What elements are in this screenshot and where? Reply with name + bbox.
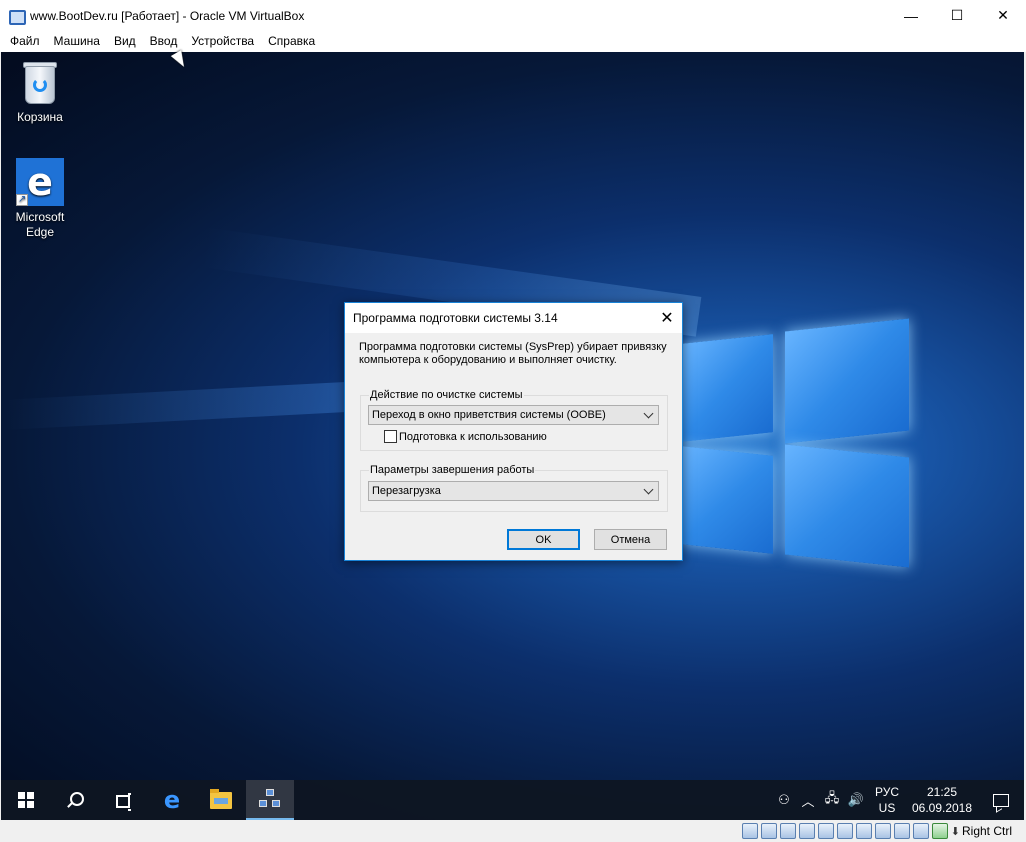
desktop-icon-recycle-bin[interactable]: Корзина	[2, 60, 78, 125]
window-title: www.BootDev.ru [Работает] - Oracle VM Vi…	[30, 8, 305, 23]
dialog-title: Программа подготовки системы 3.14	[353, 311, 558, 325]
file-explorer-icon	[210, 788, 232, 809]
display-icon[interactable]	[855, 823, 872, 839]
clock-date: 06.09.2018	[911, 801, 973, 815]
hard-disk-icon[interactable]	[741, 823, 758, 839]
vm-screen[interactable]: Корзина e Microsoft Edge Программа подго…	[1, 52, 1024, 820]
language-code: РУС	[874, 785, 900, 799]
menu-machine[interactable]: Машина	[47, 31, 107, 52]
ok-button[interactable]: OK	[507, 529, 580, 550]
search-button[interactable]	[50, 780, 98, 820]
minimize-button[interactable]: —	[888, 0, 934, 31]
clock[interactable]: 21:25 06.09.2018	[906, 784, 978, 816]
menu-help[interactable]: Справка	[261, 31, 322, 52]
select-value: Перезагрузка	[372, 485, 441, 497]
dialog-close-button[interactable]: ✕	[652, 303, 682, 333]
cleanup-action-group: Действие по очистке системы Переход в ок…	[360, 388, 668, 451]
task-view-icon	[113, 792, 131, 811]
window-controls: — ☐ ✕	[888, 0, 1026, 31]
sysprep-dialog: Программа подготовки системы 3.14 ✕ Прог…	[344, 302, 683, 561]
shutdown-options-group: Параметры завершения работы Перезагрузка	[360, 463, 668, 512]
keyboard-capture-icon[interactable]: ⬇	[951, 825, 960, 838]
generalize-checkbox[interactable]	[384, 430, 397, 443]
desktop-icon-edge[interactable]: e Microsoft Edge	[2, 158, 78, 240]
people-icon[interactable]: ⚇	[772, 792, 796, 808]
audio-icon[interactable]	[779, 823, 796, 839]
optical-drive-icon[interactable]	[760, 823, 777, 839]
host-status-bar: ⬇ Right Ctrl	[0, 820, 1026, 842]
start-button[interactable]	[2, 780, 50, 820]
input-language[interactable]: РУС US	[868, 784, 906, 816]
usb-icon[interactable]	[817, 823, 834, 839]
menu-input[interactable]: Ввод	[143, 31, 185, 52]
shared-folders-icon[interactable]	[836, 823, 853, 839]
shutdown-options-select[interactable]: Перезагрузка	[368, 481, 659, 501]
taskbar-sysprep-button[interactable]	[246, 780, 294, 820]
menu-bar: Файл Машина Вид Ввод Устройства Справка	[0, 31, 1026, 52]
close-button[interactable]: ✕	[980, 0, 1026, 31]
group-label: Параметры завершения работы	[369, 463, 536, 477]
action-center-button[interactable]	[978, 780, 1024, 820]
shortcut-arrow-icon	[16, 192, 28, 207]
task-view-button[interactable]	[98, 780, 146, 820]
dialog-title-bar: Программа подготовки системы 3.14 ✕	[345, 303, 682, 333]
desktop-icon-label: Корзина	[17, 110, 63, 124]
menu-view[interactable]: Вид	[107, 31, 143, 52]
menu-devices[interactable]: Устройства	[184, 31, 261, 52]
keyboard-layout: US	[878, 801, 896, 815]
group-label: Действие по очистке системы	[369, 388, 524, 402]
volume-icon[interactable]: 🔊	[844, 792, 868, 808]
generalize-option[interactable]: Подготовка к использованию	[384, 430, 547, 443]
windows-start-icon	[18, 792, 34, 808]
maximize-button[interactable]: ☐	[934, 0, 980, 31]
sysprep-app-icon	[259, 789, 281, 809]
recycle-bin-icon	[21, 60, 59, 106]
virtualization-icon[interactable]	[893, 823, 910, 839]
chevron-down-icon	[643, 484, 654, 495]
cpu-icon[interactable]	[912, 823, 929, 839]
chevron-up-icon[interactable]: ︿	[796, 791, 820, 810]
select-value: Переход в окно приветствия системы (OOBE…	[372, 409, 606, 421]
network-adapter-icon[interactable]	[798, 823, 815, 839]
clock-time: 21:25	[926, 785, 958, 799]
host-key-label: Right Ctrl	[961, 824, 1012, 838]
cleanup-action-select[interactable]: Переход в окно приветствия системы (OOBE…	[368, 405, 659, 425]
search-icon	[66, 792, 84, 808]
chevron-down-icon	[643, 408, 654, 419]
menu-file[interactable]: Файл	[3, 31, 47, 52]
windows-logo-wallpaper	[681, 317, 911, 568]
virtualbox-icon	[8, 8, 26, 25]
notification-icon	[993, 793, 1009, 807]
taskbar-edge-button[interactable]: e	[148, 780, 196, 820]
host-title-bar: www.BootDev.ru [Работает] - Oracle VM Vi…	[0, 0, 1026, 31]
mouse-integration-icon[interactable]	[931, 823, 948, 839]
cancel-button[interactable]: Отмена	[594, 529, 667, 550]
taskbar: e ⚇ ︿ 🖧 🔊 РУС US 21:25 06.09.2018	[1, 780, 1024, 820]
system-tray: ⚇ ︿ 🖧 🔊 РУС US 21:25 06.09.2018	[772, 780, 1024, 820]
desktop-icon-label: Microsoft Edge	[15, 210, 65, 239]
edge-icon: e	[16, 158, 64, 207]
network-icon[interactable]: 🖧	[820, 789, 844, 811]
taskbar-explorer-button[interactable]	[197, 780, 245, 820]
checkbox-label: Подготовка к использованию	[399, 430, 547, 443]
video-capture-icon[interactable]	[874, 823, 891, 839]
edge-icon: e	[163, 786, 181, 814]
dialog-description: Программа подготовки системы (SysPrep) у…	[359, 341, 667, 366]
